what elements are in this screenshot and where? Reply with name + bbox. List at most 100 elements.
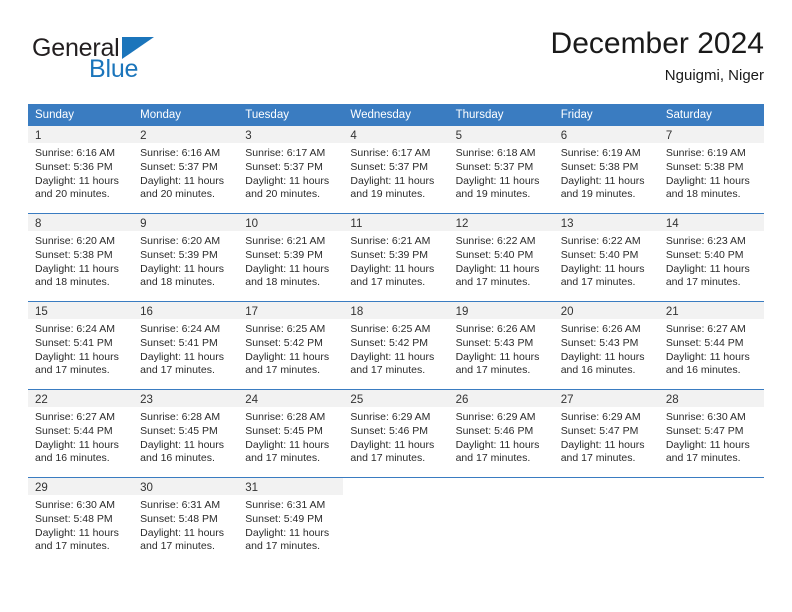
- sunset-text: Sunset: 5:45 PM: [245, 424, 323, 437]
- daylight-text-line1: Daylight: 11 hours: [245, 350, 330, 363]
- daylight-text-line1: Daylight: 11 hours: [245, 438, 330, 451]
- day-cell[interactable]: 18 Sunrise: 6:25 AM Sunset: 5:42 PM Dayligh…: [343, 302, 449, 389]
- day-cell[interactable]: 1 Sunrise: 6:16 AM Sunset: 5:36 PM Daylight…: [28, 126, 134, 213]
- sunset-text: Sunset: 5:39 PM: [140, 248, 218, 261]
- day-cell[interactable]: 13 Sunrise: 6:22 AM Sunset: 5:40 PM Dayligh…: [553, 214, 659, 301]
- day-cell[interactable]: 6 Sunrise: 6:19 AM Sunset: 5:38 PM Daylight…: [553, 126, 659, 213]
- day-number-bar: 31: [238, 478, 344, 495]
- day-cell[interactable]: 12 Sunrise: 6:22 AM Sunset: 5:40 PM Dayligh…: [448, 214, 554, 301]
- sunset-text: Sunset: 5:49 PM: [245, 512, 323, 525]
- day-cell[interactable]: 7 Sunrise: 6:19 AM Sunset: 5:38 PM Daylight…: [658, 126, 764, 213]
- day-cell[interactable]: 9 Sunrise: 6:20 AM Sunset: 5:39 PM Daylight…: [133, 214, 239, 301]
- day-cell[interactable]: 14 Sunrise: 6:23 AM Sunset: 5:40 PM Dayligh…: [658, 214, 764, 301]
- day-number-bar: 12: [448, 214, 554, 231]
- day-details: Sunrise: 6:31 AM Sunset: 5:49 PM Daylight:…: [238, 495, 343, 554]
- daylight-text-line1: Daylight: 11 hours: [245, 174, 330, 187]
- daylight-text-line1: Daylight: 11 hours: [140, 174, 224, 187]
- day-cell[interactable]: 17 Sunrise: 6:25 AM Sunset: 5:42 PM Dayligh…: [238, 302, 344, 389]
- daylight-text-line2: and 17 minutes.: [140, 540, 215, 553]
- day-number: 4: [350, 130, 357, 142]
- day-cell[interactable]: 16 Sunrise: 6:24 AM Sunset: 5:41 PM Dayligh…: [133, 302, 239, 389]
- sunset-text: Sunset: 5:41 PM: [140, 336, 218, 349]
- day-cell[interactable]: 4 Sunrise: 6:17 AM Sunset: 5:37 PM Daylight…: [343, 126, 449, 213]
- day-cell[interactable]: 30 Sunrise: 6:31 AM Sunset: 5:48 PM Dayligh…: [133, 478, 239, 565]
- day-number-bar: 3: [238, 126, 344, 143]
- day-cell[interactable]: 2 Sunrise: 6:16 AM Sunset: 5:37 PM Daylight…: [133, 126, 239, 213]
- day-number-bar: 13: [553, 214, 659, 231]
- day-cell[interactable]: 3 Sunrise: 6:17 AM Sunset: 5:37 PM Daylight…: [238, 126, 344, 213]
- day-number-bar: 8: [28, 214, 134, 231]
- sunset-text: Sunset: 5:46 PM: [455, 424, 534, 437]
- day-number: 16: [140, 306, 153, 318]
- day-cell[interactable]: 28 Sunrise: 6:30 AM Sunset: 5:47 PM Dayligh…: [658, 390, 764, 477]
- daylight-text-line2: and 17 minutes.: [455, 276, 531, 289]
- daylight-text-line1: Daylight: 11 hours: [140, 350, 224, 363]
- weekday-header-monday: Monday: [140, 109, 182, 121]
- calendar-week-row: 22 Sunrise: 6:27 AM Sunset: 5:44 PM Dayligh…: [28, 389, 764, 477]
- day-details: Sunrise: 6:29 AM Sunset: 5:47 PM Daylight:…: [554, 407, 659, 466]
- day-number: 30: [140, 482, 153, 494]
- sunset-text: Sunset: 5:47 PM: [560, 424, 639, 437]
- daylight-text-line2: and 18 minutes.: [245, 276, 320, 289]
- day-cell[interactable]: 27 Sunrise: 6:29 AM Sunset: 5:47 PM Dayligh…: [553, 390, 659, 477]
- day-cell[interactable]: 25 Sunrise: 6:29 AM Sunset: 5:46 PM Dayligh…: [343, 390, 449, 477]
- day-number: 14: [665, 218, 679, 230]
- day-number-bar: [554, 478, 659, 495]
- sunset-text: Sunset: 5:37 PM: [245, 160, 323, 173]
- day-cell[interactable]: 20 Sunrise: 6:26 AM Sunset: 5:43 PM Dayligh…: [553, 302, 659, 389]
- day-number: 21: [665, 306, 679, 318]
- weekday-header-sunday: Sunday: [35, 109, 75, 121]
- day-cell[interactable]: 8 Sunrise: 6:20 AM Sunset: 5:38 PM Daylight…: [28, 214, 134, 301]
- day-cell[interactable]: 5 Sunrise: 6:18 AM Sunset: 5:37 PM Daylight…: [448, 126, 554, 213]
- day-cell-empty: [554, 478, 659, 565]
- day-number: 29: [35, 482, 48, 494]
- day-number: 20: [560, 306, 574, 318]
- daylight-text-line1: Daylight: 11 hours: [350, 174, 435, 187]
- daylight-text-line1: Daylight: 11 hours: [560, 174, 645, 187]
- sunrise-text: Sunrise: 6:17 AM: [245, 147, 326, 159]
- sunrise-text: Sunrise: 6:16 AM: [140, 147, 221, 159]
- generalblue-logo[interactable]: General Blue: [32, 34, 232, 94]
- sunset-text: Sunset: 5:37 PM: [455, 160, 534, 173]
- sunrise-text: Sunrise: 6:25 AM: [245, 323, 326, 335]
- calendar-grid: Sunday Monday Tuesday Wednesday Thursday Frid…: [28, 104, 764, 565]
- day-details: Sunrise: 6:31 AM Sunset: 5:48 PM Daylight:…: [133, 495, 238, 554]
- sunset-text: Sunset: 5:38 PM: [560, 160, 639, 173]
- day-details: Sunrise: 6:22 AM Sunset: 5:40 PM Daylight:…: [554, 231, 659, 290]
- sunset-text: Sunset: 5:40 PM: [665, 248, 744, 261]
- day-cell[interactable]: 31 Sunrise: 6:31 AM Sunset: 5:49 PM Dayligh…: [238, 478, 344, 565]
- day-number: 23: [140, 394, 153, 406]
- weekday-header-wednesday: Wednesday: [350, 109, 411, 121]
- day-number: 18: [350, 306, 364, 318]
- day-cell[interactable]: 21 Sunrise: 6:27 AM Sunset: 5:44 PM Dayligh…: [658, 302, 764, 389]
- daylight-text-line1: Daylight: 11 hours: [455, 262, 540, 275]
- day-details: Sunrise: 6:20 AM Sunset: 5:38 PM Daylight:…: [28, 231, 133, 290]
- day-cell[interactable]: 11 Sunrise: 6:21 AM Sunset: 5:39 PM Dayligh…: [343, 214, 449, 301]
- day-cell[interactable]: 19 Sunrise: 6:26 AM Sunset: 5:43 PM Dayligh…: [448, 302, 554, 389]
- day-number: 19: [455, 306, 469, 318]
- day-cell[interactable]: 22 Sunrise: 6:27 AM Sunset: 5:44 PM Dayligh…: [28, 390, 134, 477]
- daylight-text-line1: Daylight: 11 hours: [35, 526, 119, 539]
- day-number-bar: 6: [553, 126, 659, 143]
- day-details: Sunrise: 6:18 AM Sunset: 5:37 PM Daylight:…: [449, 143, 554, 202]
- daylight-text-line1: Daylight: 11 hours: [455, 174, 540, 187]
- daylight-text-line1: Daylight: 11 hours: [350, 262, 435, 275]
- day-number: 12: [455, 218, 469, 230]
- daylight-text-line2: and 20 minutes.: [140, 188, 215, 201]
- daylight-text-line2: and 20 minutes.: [35, 188, 110, 201]
- day-details: Sunrise: 6:19 AM Sunset: 5:38 PM Daylight:…: [659, 143, 764, 202]
- day-cell[interactable]: 15 Sunrise: 6:24 AM Sunset: 5:41 PM Dayligh…: [28, 302, 134, 389]
- day-cell[interactable]: 24 Sunrise: 6:28 AM Sunset: 5:45 PM Dayligh…: [238, 390, 344, 477]
- day-cell[interactable]: 29 Sunrise: 6:30 AM Sunset: 5:48 PM Dayligh…: [28, 478, 134, 565]
- day-number-bar: 1: [28, 126, 134, 143]
- day-cell-empty: [659, 478, 764, 565]
- day-number-bar: 11: [343, 214, 449, 231]
- sunset-text: Sunset: 5:47 PM: [665, 424, 744, 437]
- day-cell[interactable]: 10 Sunrise: 6:21 AM Sunset: 5:39 PM Dayligh…: [238, 214, 344, 301]
- day-cell[interactable]: 26 Sunrise: 6:29 AM Sunset: 5:46 PM Dayligh…: [448, 390, 554, 477]
- day-details: Sunrise: 6:21 AM Sunset: 5:39 PM Daylight:…: [343, 231, 448, 290]
- day-details: Sunrise: 6:22 AM Sunset: 5:40 PM Daylight:…: [449, 231, 554, 290]
- daylight-text-line1: Daylight: 11 hours: [140, 262, 224, 275]
- day-cell[interactable]: 23 Sunrise: 6:28 AM Sunset: 5:45 PM Dayligh…: [133, 390, 239, 477]
- day-details: Sunrise: 6:21 AM Sunset: 5:39 PM Daylight:…: [238, 231, 343, 290]
